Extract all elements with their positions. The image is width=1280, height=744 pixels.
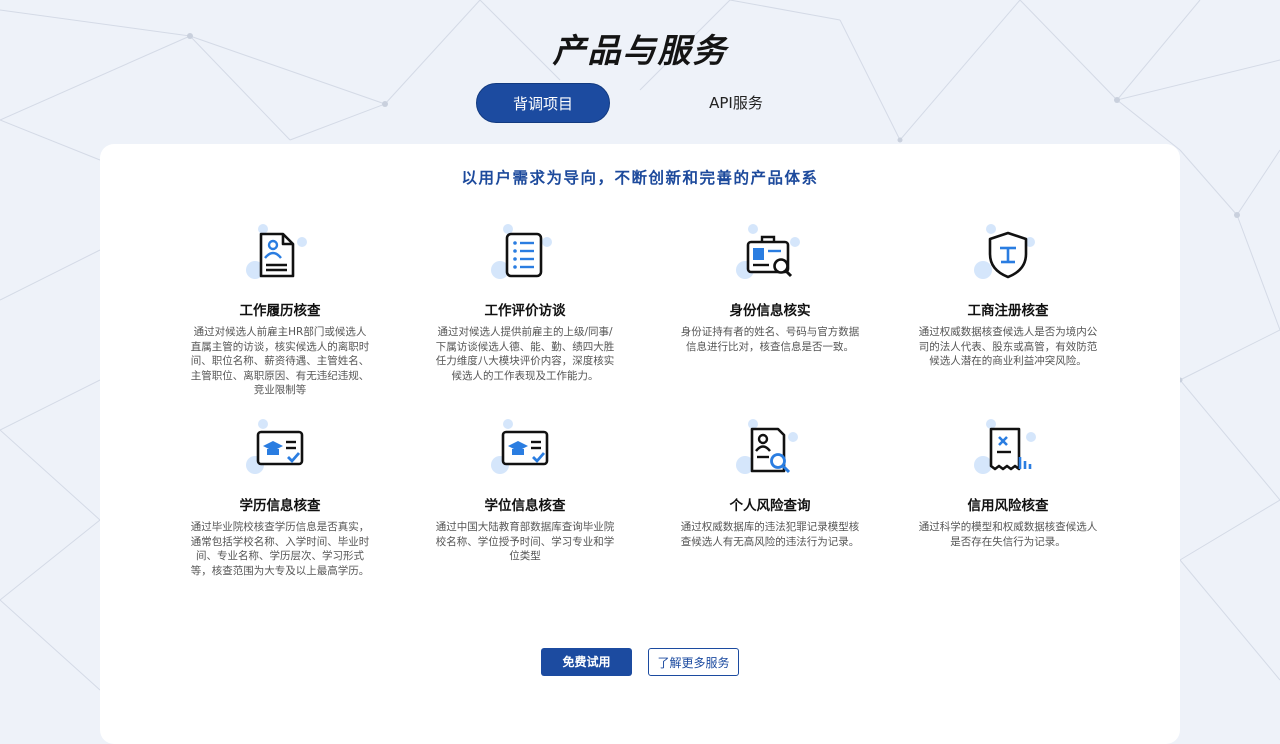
product-item-identity[interactable]: 身份信息核实 身份证持有者的姓名、号码与官方数据信息进行比对，核查信息是否一致。 bbox=[670, 224, 870, 354]
product-item-work-history[interactable]: 工作履历核查 通过对候选人前雇主HR部门或候选人直属主管的访谈，核实候选人的离职… bbox=[180, 224, 380, 398]
item-description: 身份证持有者的姓名、号码与官方数据信息进行比对，核查信息是否一致。 bbox=[680, 326, 860, 353]
education-certificate-icon bbox=[246, 419, 304, 474]
item-description: 通过对候选人提供前雇主的上级/同事/下属访谈候选人德、能、勤、绩四大胜任力维度八… bbox=[435, 326, 615, 382]
item-description: 通过中国大陆教育部数据库查询毕业院校名称、学位授予时间、学习专业和学位类型 bbox=[435, 521, 615, 563]
page-title: 产品与服务 bbox=[552, 31, 728, 70]
products-card: 以用户需求为导向，不断创新和完善的产品体系 工作履历核查 通过对候选人前雇主HR… bbox=[100, 144, 1180, 744]
product-item-credit-risk[interactable]: 信用风险核查 通过科学的模型和权威数据核查候选人是否存在失信行为记录。 bbox=[908, 419, 1108, 549]
item-title: 工作履历核查 bbox=[239, 303, 321, 319]
product-item-work-evaluation[interactable]: 工作评价访谈 通过对候选人提供前雇主的上级/同事/下属访谈候选人德、能、勤、绩四… bbox=[425, 224, 625, 383]
product-item-degree[interactable]: 学位信息核查 通过中国大陆教育部数据库查询毕业院校名称、学位授予时间、学习专业和… bbox=[425, 419, 625, 564]
resume-icon bbox=[246, 224, 307, 279]
slogan: 以用户需求为导向，不断创新和完善的产品体系 bbox=[461, 169, 819, 187]
credit-risk-icon bbox=[974, 419, 1036, 474]
product-item-business-registration[interactable]: 工商注册核查 通过权威数据核查候选人是否为境内公司的法人代表、股东或高管，有效防… bbox=[908, 224, 1108, 369]
list-document-icon bbox=[491, 224, 552, 279]
item-description: 通过权威数据核查候选人是否为境内公司的法人代表、股东或高管，有效防范候选人潜在的… bbox=[918, 326, 1098, 368]
item-title: 工作评价访谈 bbox=[484, 303, 566, 319]
product-item-education[interactable]: 学历信息核查 通过毕业院校核查学历信息是否真实，通常包括学校名称、入学时间、毕业… bbox=[180, 419, 380, 578]
tab-background-check[interactable]: 背调项目 bbox=[476, 83, 610, 123]
id-card-search-icon bbox=[736, 224, 800, 279]
product-item-personal-risk[interactable]: 个人风险查询 通过权威数据库的违法犯罪记录模型核查候选人有无高风险的违法行为记录… bbox=[670, 419, 870, 549]
item-title: 信用风险核查 bbox=[967, 498, 1049, 514]
item-description: 通过权威数据库的违法犯罪记录模型核查候选人有无高风险的违法行为记录。 bbox=[680, 521, 860, 548]
item-description: 通过科学的模型和权威数据核查候选人是否存在失信行为记录。 bbox=[918, 521, 1098, 548]
item-title: 个人风险查询 bbox=[729, 498, 811, 514]
item-title: 学历信息核查 bbox=[239, 498, 321, 514]
learn-more-services-button[interactable]: 了解更多服务 bbox=[648, 648, 739, 676]
free-trial-button[interactable]: 免费试用 bbox=[541, 648, 632, 676]
tab-api-service[interactable]: API服务 bbox=[676, 83, 796, 123]
personal-risk-search-icon bbox=[736, 419, 798, 474]
degree-certificate-icon bbox=[491, 419, 549, 474]
item-description: 通过毕业院校核查学历信息是否真实，通常包括学校名称、入学时间、毕业时间、专业名称… bbox=[190, 521, 370, 577]
item-title: 学位信息核查 bbox=[484, 498, 566, 514]
shield-business-icon bbox=[974, 224, 1035, 279]
tab-bar: 背调项目 API服务 bbox=[476, 83, 816, 123]
item-title: 工商注册核查 bbox=[967, 303, 1049, 319]
item-description: 通过对候选人前雇主HR部门或候选人直属主管的访谈，核实候选人的离职时间、职位名称… bbox=[190, 326, 370, 397]
item-title: 身份信息核实 bbox=[729, 303, 811, 319]
